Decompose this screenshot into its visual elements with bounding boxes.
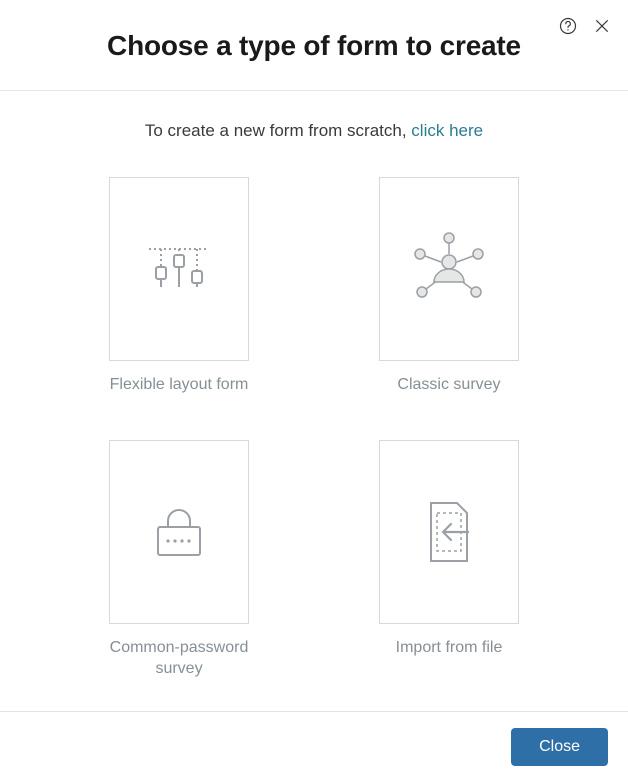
help-icon[interactable] [558,16,578,36]
dialog-title: Choose a type of form to create [20,30,608,62]
card-common-password[interactable]: Common-password survey [89,440,269,680]
header-actions [558,16,612,36]
network-person-icon [406,226,492,312]
card-label: Common-password survey [89,638,269,680]
card-flexible-layout[interactable]: Flexible layout form [89,177,269,396]
card-label: Flexible layout form [110,375,249,396]
dialog-footer: Close [0,711,628,784]
card-box [379,440,519,624]
sliders-icon [143,239,215,299]
import-file-icon [419,497,479,567]
form-type-grid: Flexible layout form [64,177,564,679]
close-button[interactable]: Close [511,728,608,766]
card-label: Classic survey [397,375,500,396]
dialog-content: To create a new form from scratch, click… [0,91,628,711]
card-label: Import from file [396,638,503,659]
intro-prefix: To create a new form from scratch, [145,121,411,140]
create-from-scratch-link[interactable]: click here [411,121,483,140]
card-classic-survey[interactable]: Classic survey [359,177,539,396]
card-box [379,177,519,361]
card-box [109,440,249,624]
dialog-header: Choose a type of form to create [0,0,628,91]
card-box [109,177,249,361]
close-icon[interactable] [592,16,612,36]
intro-text: To create a new form from scratch, click… [0,121,628,141]
card-import-from-file[interactable]: Import from file [359,440,539,680]
lock-icon [146,499,212,565]
